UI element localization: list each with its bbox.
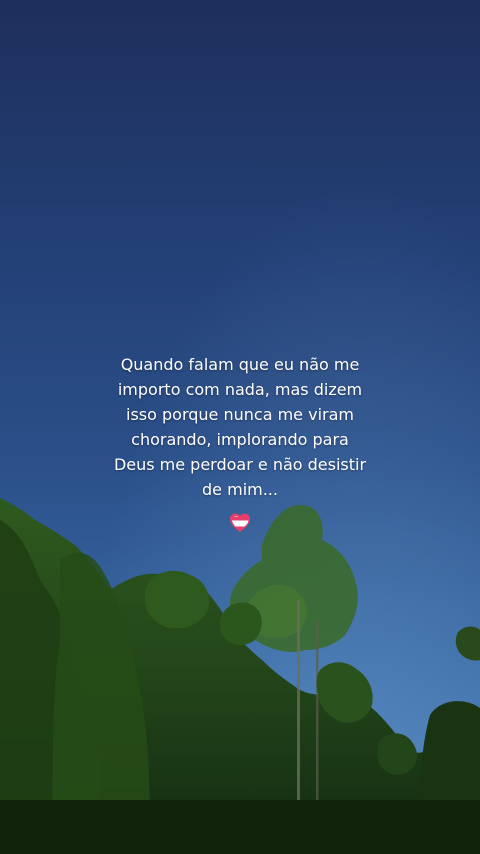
quote-text: Quando falam que eu não me importo com n… [90, 352, 390, 502]
quote-line: de mim... [202, 480, 278, 499]
quote-line: isso porque nunca me viram [126, 405, 354, 424]
quote-line: Deus me perdoar e não desistir [113, 455, 367, 474]
quote-line: importo com nada, mas dizem [117, 380, 363, 399]
heart-icon [230, 513, 250, 532]
background-photo: Quando falam que eu não me importo com n… [0, 0, 480, 854]
quote-line: chorando, implorando para [131, 430, 349, 449]
quote-line: Quando falam que eu não me [120, 355, 360, 374]
